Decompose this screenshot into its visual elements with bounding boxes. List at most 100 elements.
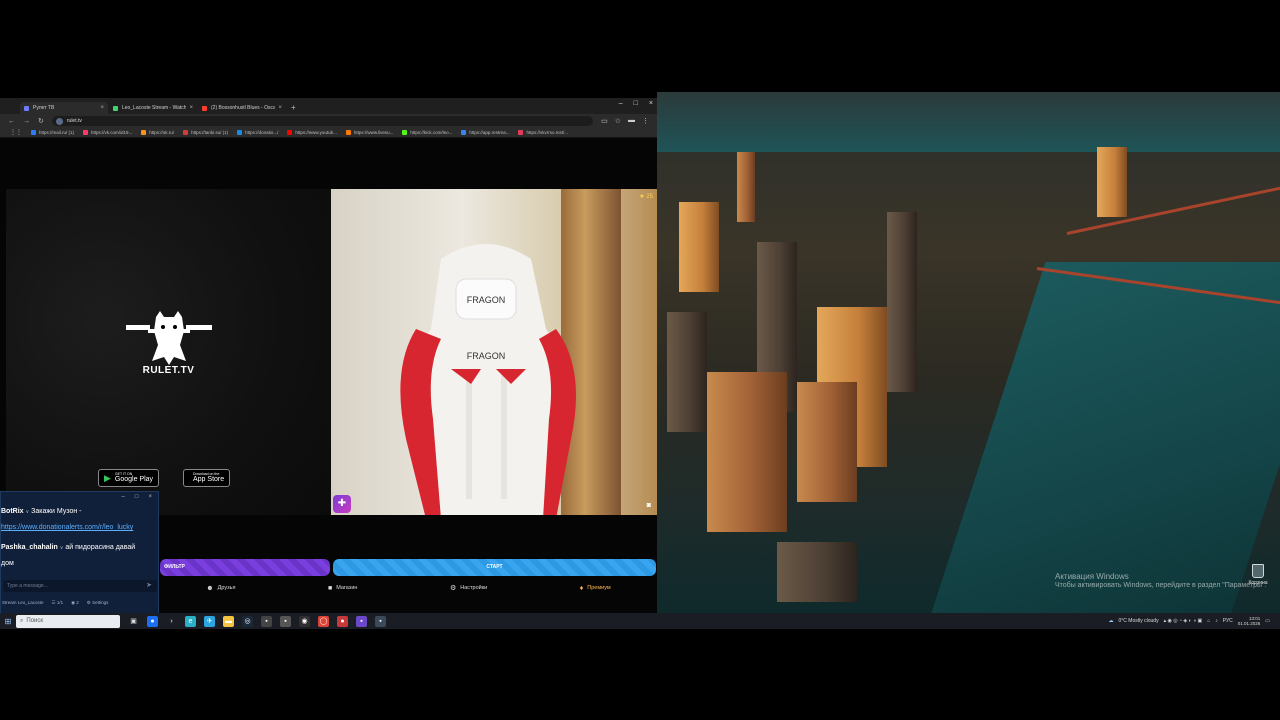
reload-icon[interactable]: ↻ <box>38 117 44 125</box>
new-tab-button[interactable]: + <box>291 102 296 114</box>
minimize-icon[interactable]: – <box>122 494 125 500</box>
recycle-bin[interactable]: Корзина <box>1248 564 1268 590</box>
bookmark-favicon-icon <box>141 130 147 135</box>
tab-youtube[interactable]: (2) Bossonhustl Blues - Oscar i... × <box>198 102 286 114</box>
chat-input[interactable]: Type a message... <box>3 580 157 592</box>
bookmark-favicon-icon <box>31 130 36 135</box>
bookmark-item[interactable]: https://www.livesu... <box>345 130 393 135</box>
tab-favicon-icon <box>202 105 207 111</box>
bookmark-item[interactable]: https://donatio.../ <box>237 130 278 135</box>
premium-icon: ♦ <box>579 584 584 592</box>
apps-icon[interactable]: ⋮⋮ <box>10 129 22 136</box>
chat-link[interactable]: https://www.donationalerts.com/r/leo_luc… <box>1 524 133 531</box>
bookmark-item[interactable]: https://vk.com/id19... <box>83 130 132 135</box>
task-view-icon[interactable]: ▣ <box>128 616 139 627</box>
app-icon[interactable]: ▪ <box>375 615 386 627</box>
obs-icon[interactable]: ◉ <box>299 615 310 627</box>
steam-icon[interactable]: ◎ <box>242 615 253 627</box>
close-icon[interactable]: × <box>148 494 152 500</box>
bookmark-item[interactable]: https://vkvrrso.mst/... <box>518 130 568 135</box>
chat-settings-button[interactable]: ⚙ Settings <box>87 600 109 606</box>
language-indicator[interactable]: РУС <box>1223 618 1233 624</box>
chat-username[interactable]: Pashka_chahalin <box>1 544 58 551</box>
taskbar: ⊞ ⌕ Поиск ▣ ● › e ✈ ▬ ◎ ▪ ▪ ◉ ◯ ● ▪ ▪ ☁ … <box>0 613 1280 629</box>
tab-close-icon[interactable]: × <box>100 105 104 111</box>
nav-settings[interactable]: ⚙ Настройки <box>450 584 487 592</box>
edge-icon[interactable]: e <box>185 615 196 627</box>
clock-date: 01.01.2026 <box>1237 621 1261 626</box>
brand-panel: RULET.TV ▶ GET IT ON Google Play Downloa… <box>6 189 331 515</box>
filter-button[interactable]: ФИЛЬТР <box>160 559 330 576</box>
bookmark-favicon-icon <box>461 130 467 135</box>
bottom-nav: ☻ Друзья ■ Магазин ⚙ Настройки ♦ Премиум <box>160 581 657 595</box>
viewer-star-badge: ★ 25 <box>639 194 653 200</box>
taskbar-search[interactable]: ⌕ Поиск <box>16 614 120 628</box>
tray-icons[interactable]: ▴ ◉ ◎ ◔ ◈ ◐ ◑ ▣ <box>1164 618 1203 624</box>
bookmark-favicon-icon <box>518 130 524 135</box>
stream-chat-window: – □ × BotRix ∨ Закажи Музон - https://ww… <box>0 491 159 613</box>
chrome-icon[interactable]: ◯ <box>318 615 329 627</box>
bookmark-favicon-icon <box>183 130 189 135</box>
profile-icon[interactable]: ▬ <box>628 117 635 125</box>
google-play-icon: ▶ <box>104 472 111 483</box>
system-tray: ☁ 0°C Mostly cloudy ▴ ◉ ◎ ◔ ◈ ◐ ◑ ▣ ⌂ ♪ … <box>1109 613 1270 629</box>
chat-footer: Stream Leo_Lacoste ☰ 1/1 ◉ 2 ⚙ Settings <box>1 600 158 606</box>
back-icon[interactable]: ← <box>8 118 15 125</box>
nav-friends[interactable]: ☻ Друзья <box>206 585 235 592</box>
weather-text[interactable]: 0°C Mostly cloudy <box>1119 618 1159 624</box>
close-icon[interactable]: × <box>649 100 653 107</box>
terminal-icon[interactable]: › <box>166 616 177 627</box>
add-effect-button[interactable]: ✚ <box>333 495 351 513</box>
nav-premium[interactable]: ♦ Премиум <box>580 585 611 592</box>
app-icon[interactable]: ● <box>337 615 348 627</box>
friends-icon: ☻ <box>206 584 214 592</box>
app-store-badge[interactable]: Download on the App Store <box>183 469 231 487</box>
bookmark-item[interactable]: https://tanki.su/ (1) <box>183 130 228 135</box>
app-icon[interactable]: ▪ <box>261 615 272 627</box>
weather-icon[interactable]: ☁ <box>1109 618 1114 624</box>
minimize-icon[interactable]: – <box>619 100 623 107</box>
notifications-icon[interactable]: ▭ <box>1265 618 1270 624</box>
bookmark-item[interactable]: https://www.youtub... <box>287 130 337 135</box>
camera-switch-icon[interactable]: ◙ <box>647 502 651 509</box>
gaming-chair-image: FRAGON FRAGON <box>400 244 576 515</box>
activation-title: Активация Windows <box>1055 572 1129 581</box>
maximize-icon[interactable]: □ <box>634 100 638 107</box>
app-icon[interactable]: ▪ <box>280 615 291 627</box>
nav-label: Магазин <box>336 585 358 591</box>
start-button[interactable]: СТАРТ <box>333 559 656 576</box>
bookmark-favicon-icon <box>402 130 408 135</box>
cast-icon[interactable]: ▭ <box>601 117 608 125</box>
menu-icon[interactable]: ⋮ <box>642 117 649 125</box>
windows-start-icon[interactable]: ⊞ <box>0 617 16 626</box>
app-icon[interactable]: ● <box>147 615 158 627</box>
send-icon[interactable]: ➤ <box>146 581 152 589</box>
site-info-icon[interactable] <box>55 117 63 125</box>
tab-kick-stream[interactable]: Leo_Lacoste Stream - Watch Li... × <box>109 102 197 114</box>
telegram-icon[interactable]: ✈ <box>204 615 215 627</box>
window-controls: – □ × <box>619 100 653 107</box>
nav-shop[interactable]: ■ Магазин <box>328 585 357 592</box>
bookmark-item[interactable]: https://ok.ru/ <box>141 130 174 135</box>
tab-close-icon[interactable]: × <box>278 105 282 111</box>
bookmark-star-icon[interactable]: ☆ <box>615 117 621 125</box>
search-placeholder: Поиск <box>26 618 44 624</box>
bookmark-item[interactable]: https://kick.com/leo... <box>402 130 452 135</box>
clock[interactable]: 13:01 01.01.2026 <box>1238 616 1261 626</box>
volume-icon[interactable]: ♪ <box>1215 618 1218 624</box>
explorer-icon[interactable]: ▬ <box>223 615 234 627</box>
app-icon[interactable]: ▪ <box>356 615 367 627</box>
network-icon[interactable]: ⌂ <box>1207 618 1210 624</box>
tab-rulet[interactable]: Рулет ТВ × <box>20 102 108 114</box>
bookmark-item[interactable]: https://app.restrea... <box>461 130 509 135</box>
chat-username[interactable]: BotRix <box>1 508 24 515</box>
chevron-down-icon: ∨ <box>25 509 30 515</box>
tab-favicon-icon <box>113 105 118 111</box>
address-bar[interactable]: rulet.tv <box>51 116 594 126</box>
maximize-icon[interactable]: □ <box>135 494 139 500</box>
forward-icon[interactable]: → <box>23 118 30 125</box>
tab-close-icon[interactable]: × <box>189 105 193 111</box>
bookmark-item[interactable]: https://mail.ru/ (1) <box>31 130 74 135</box>
camera-video[interactable]: FRAGON FRAGON ★ 25 ◙ ✚ <box>331 189 657 515</box>
google-play-badge[interactable]: ▶ GET IT ON Google Play <box>98 469 160 487</box>
